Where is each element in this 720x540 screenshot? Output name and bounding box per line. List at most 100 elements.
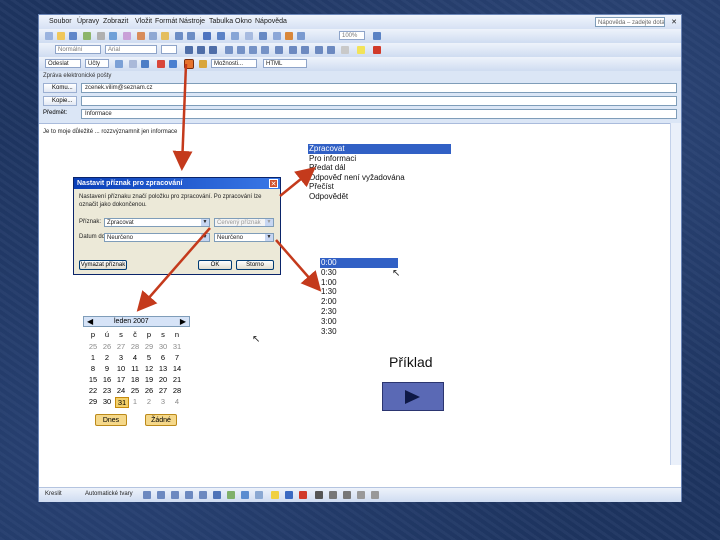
- underline-icon[interactable]: [209, 46, 217, 54]
- time-option[interactable]: 2:00: [320, 297, 398, 307]
- today-button[interactable]: Dnes: [95, 414, 127, 426]
- calendar-day[interactable]: 15: [87, 375, 99, 384]
- 3d-icon[interactable]: [371, 491, 379, 499]
- play-button[interactable]: [382, 382, 444, 411]
- show-hide-icon[interactable]: [273, 32, 281, 40]
- format-dropdown[interactable]: HTML: [263, 59, 307, 68]
- line-style-icon[interactable]: [315, 491, 323, 499]
- ok-button[interactable]: OK: [198, 260, 232, 270]
- drawing-icon[interactable]: [245, 32, 253, 40]
- menu-soubor[interactable]: Soubor: [49, 18, 72, 25]
- italic-icon[interactable]: [197, 46, 205, 54]
- calendar-day[interactable]: 31: [171, 342, 183, 351]
- menu-upravy[interactable]: Úpravy: [77, 18, 99, 25]
- calendar-day[interactable]: 28: [171, 386, 183, 395]
- border-icon[interactable]: [341, 46, 349, 54]
- size-dropdown[interactable]: [161, 45, 177, 54]
- line-icon[interactable]: [143, 491, 151, 499]
- help-search-box[interactable]: Nápověda – zadejte dotaz: [595, 17, 665, 27]
- flag-select[interactable]: Zpracovat ▼: [104, 218, 210, 227]
- wordart-icon[interactable]: [213, 491, 221, 499]
- bold-icon[interactable]: [185, 46, 193, 54]
- calendar-day-today[interactable]: 31: [115, 397, 129, 408]
- align-center-icon[interactable]: [237, 46, 245, 54]
- menu-nastroje[interactable]: Nástroje: [179, 18, 205, 25]
- diagram-icon[interactable]: [227, 491, 235, 499]
- calendar-day[interactable]: 22: [87, 386, 99, 395]
- cut-icon[interactable]: [137, 32, 145, 40]
- flag-option[interactable]: Zpracovat: [308, 144, 451, 154]
- oval-icon[interactable]: [185, 491, 193, 499]
- calendar-day[interactable]: 28: [129, 342, 141, 351]
- flag-icon[interactable]: [184, 59, 194, 69]
- flag-option[interactable]: Odpověď není vyžadována: [308, 173, 451, 183]
- zoom-dropdown[interactable]: 100%: [339, 31, 365, 40]
- time-option[interactable]: 1:00: [320, 278, 398, 288]
- due-date-select[interactable]: Neurčeno ▼: [104, 233, 210, 242]
- table-icon[interactable]: [217, 32, 225, 40]
- close-icon[interactable]: ✕: [671, 18, 677, 26]
- due-time-select[interactable]: Neurčeno ▼: [214, 233, 274, 242]
- print-icon[interactable]: [97, 32, 105, 40]
- time-option[interactable]: 3:30: [320, 327, 398, 337]
- none-button[interactable]: Žádné: [145, 414, 177, 426]
- decrease-indent-icon[interactable]: [315, 46, 323, 54]
- font-dropdown[interactable]: Arial: [105, 45, 157, 54]
- calendar-day[interactable]: 14: [171, 364, 183, 373]
- clear-flag-button[interactable]: Vymazat příznak: [79, 260, 127, 270]
- flag-option[interactable]: Přečíst: [308, 182, 451, 192]
- next-month-icon[interactable]: ▶: [180, 317, 186, 326]
- increase-indent-icon[interactable]: [327, 46, 335, 54]
- help-icon[interactable]: [373, 32, 381, 40]
- numbering-icon[interactable]: [289, 46, 297, 54]
- calendar-day[interactable]: 18: [129, 375, 141, 384]
- vertical-scrollbar[interactable]: [670, 123, 681, 465]
- calendar-day[interactable]: 20: [157, 375, 169, 384]
- options-button[interactable]: Možnosti...: [211, 59, 257, 68]
- calendar-day[interactable]: 11: [129, 364, 141, 373]
- calendar-day[interactable]: 25: [129, 386, 141, 395]
- importance-high-icon[interactable]: [157, 60, 165, 68]
- arrow-icon[interactable]: [157, 491, 165, 499]
- time-option[interactable]: 1:30: [320, 287, 398, 297]
- spelling-icon[interactable]: [123, 32, 131, 40]
- message-body[interactable]: Je to moje důležité ... rozzvýznamnit je…: [43, 129, 177, 135]
- calendar-day[interactable]: 19: [143, 375, 155, 384]
- calendar-day[interactable]: 4: [171, 397, 183, 406]
- calendar-day[interactable]: 13: [157, 364, 169, 373]
- calendar-day[interactable]: 29: [143, 342, 155, 351]
- time-option[interactable]: 0:00: [320, 258, 398, 268]
- columns-icon[interactable]: [231, 32, 239, 40]
- style-dropdown[interactable]: Normální: [55, 45, 101, 54]
- subject-field[interactable]: Informace: [81, 109, 677, 119]
- calendar-day[interactable]: 3: [115, 353, 127, 362]
- calendar-day[interactable]: 10: [115, 364, 127, 373]
- line-color-icon[interactable]: [285, 491, 293, 499]
- arrow-style-icon[interactable]: [343, 491, 351, 499]
- cc-button[interactable]: Kopie...: [43, 96, 77, 106]
- rectangle-icon[interactable]: [171, 491, 179, 499]
- to-button[interactable]: Komu...: [43, 83, 77, 93]
- save-icon[interactable]: [69, 32, 77, 40]
- calendar-day[interactable]: 3: [157, 397, 169, 406]
- importance-low-icon[interactable]: [169, 60, 177, 68]
- new-icon[interactable]: [45, 32, 53, 40]
- picture-icon[interactable]: [255, 491, 263, 499]
- hyperlink-icon[interactable]: [203, 32, 211, 40]
- flag-option[interactable]: Pro informaci: [308, 154, 451, 164]
- flag-color-select[interactable]: Červený příznak ▼: [214, 218, 274, 227]
- calendar-day[interactable]: 29: [87, 397, 99, 406]
- read-icon[interactable]: [297, 32, 305, 40]
- options-icon[interactable]: [199, 60, 207, 68]
- calendar-day[interactable]: 27: [115, 342, 127, 351]
- calendar-day[interactable]: 9: [101, 364, 113, 373]
- calendar-day[interactable]: 30: [101, 397, 113, 406]
- copy-icon[interactable]: [149, 32, 157, 40]
- open-icon[interactable]: [57, 32, 65, 40]
- calendar-day[interactable]: 1: [129, 397, 141, 406]
- calendar-day[interactable]: 24: [115, 386, 127, 395]
- redo-icon[interactable]: [187, 32, 195, 40]
- justify-icon[interactable]: [261, 46, 269, 54]
- align-right-icon[interactable]: [249, 46, 257, 54]
- align-left-icon[interactable]: [225, 46, 233, 54]
